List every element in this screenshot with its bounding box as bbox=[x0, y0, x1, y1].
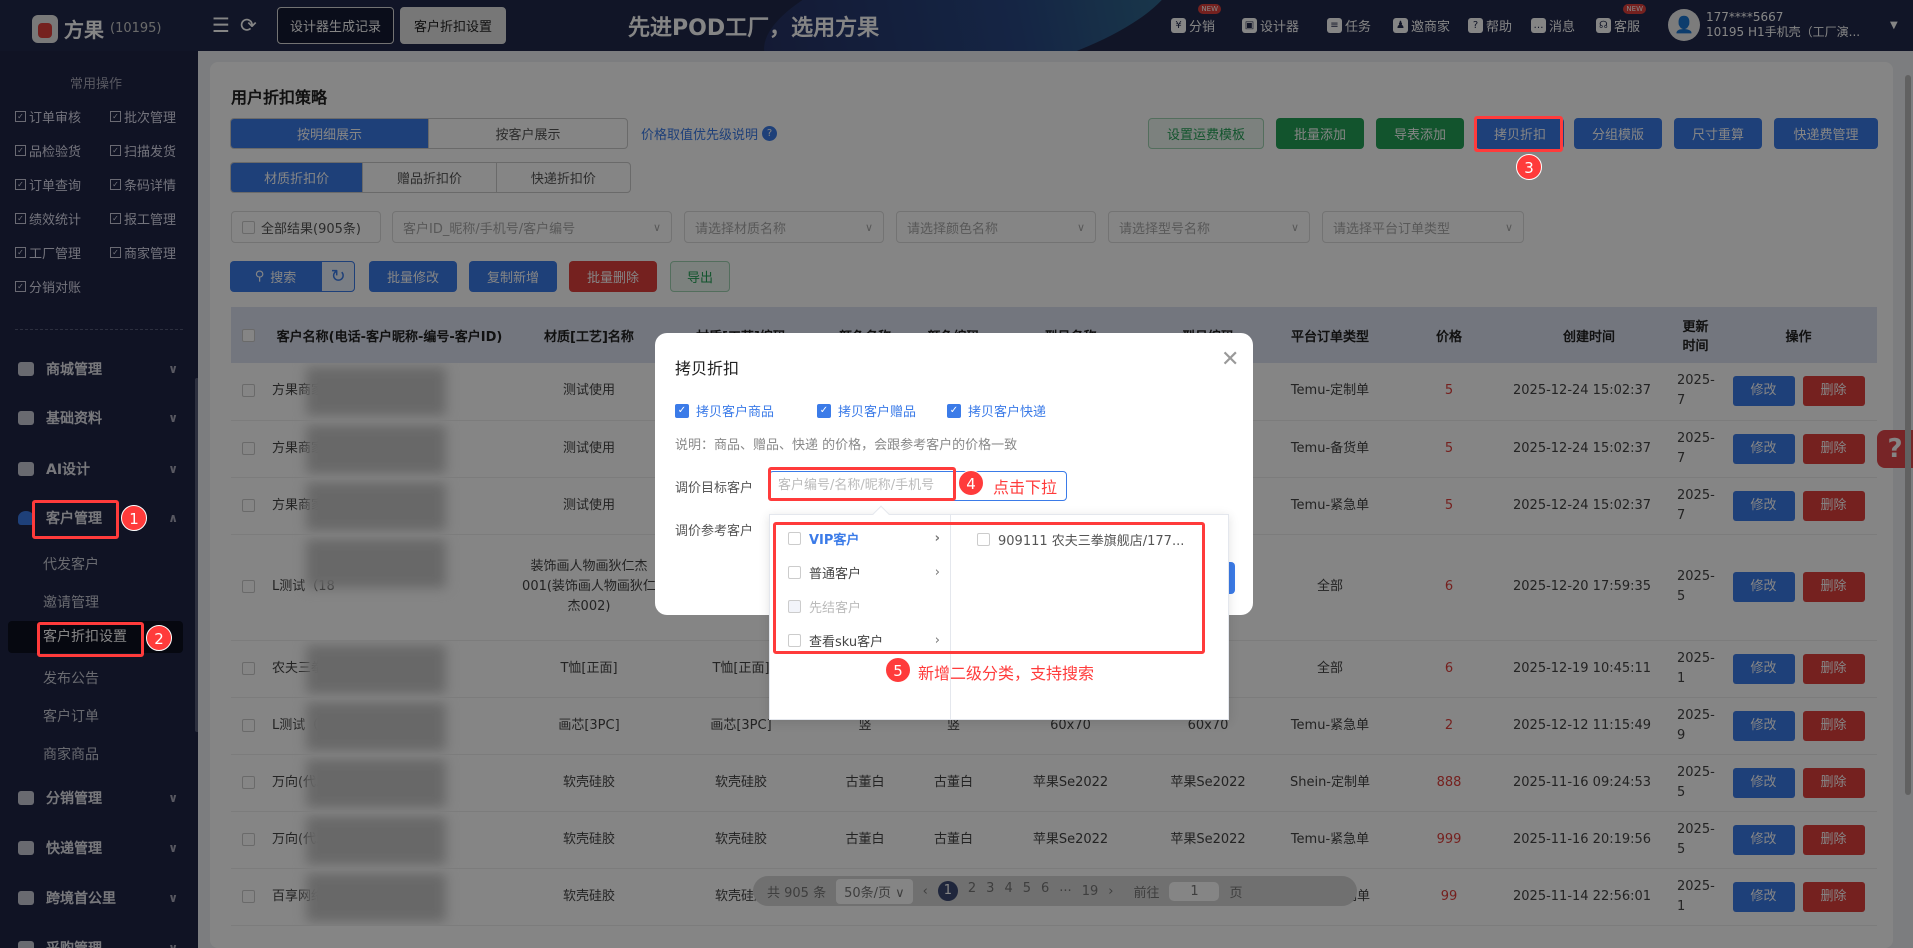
annotation-box-2 bbox=[37, 622, 144, 657]
annotation-box-4 bbox=[768, 467, 956, 501]
annotation-box-1 bbox=[32, 500, 119, 539]
annotation-badge-1: 1 bbox=[121, 505, 147, 531]
reference-customer-label: 调价参考客户 bbox=[675, 524, 754, 539]
checkbox-label: 拷贝客户快递 bbox=[968, 405, 1047, 420]
annotation-badge-3: 3 bbox=[1516, 154, 1542, 180]
annotation-badge-4: 4 bbox=[958, 470, 984, 496]
checkbox-label: 拷贝客户商品 bbox=[696, 405, 775, 420]
annotation-text-5: 新增二级分类，支持搜索 bbox=[918, 664, 1095, 683]
checkbox-label: 拷贝客户赠品 bbox=[838, 405, 917, 420]
annotation-box-5 bbox=[773, 522, 1205, 654]
annotation-text-4: 点击下拉 bbox=[993, 478, 1058, 497]
annotation-box-3 bbox=[1474, 116, 1563, 152]
checkbox-checked-icon: ✓ bbox=[675, 403, 689, 418]
checkbox-checked-icon: ✓ bbox=[817, 403, 831, 418]
copy-gift-checkbox[interactable]: ✓ 拷贝客户赠品 bbox=[817, 401, 916, 420]
close-icon[interactable]: ✕ bbox=[1221, 347, 1239, 372]
dialog-description: 说明：商品、赠品、快递 的价格，会跟参考客户的价格一致 bbox=[675, 438, 1018, 453]
annotation-badge-5: 5 bbox=[885, 657, 911, 683]
copy-goods-checkbox[interactable]: ✓ 拷贝客户商品 bbox=[675, 401, 774, 420]
target-customer-label: 调价目标客户 bbox=[675, 481, 754, 496]
dialog-title: 拷贝折扣 bbox=[675, 359, 740, 378]
annotation-badge-2: 2 bbox=[146, 625, 172, 651]
checkbox-checked-icon: ✓ bbox=[947, 403, 961, 418]
copy-express-checkbox[interactable]: ✓ 拷贝客户快递 bbox=[947, 401, 1046, 420]
